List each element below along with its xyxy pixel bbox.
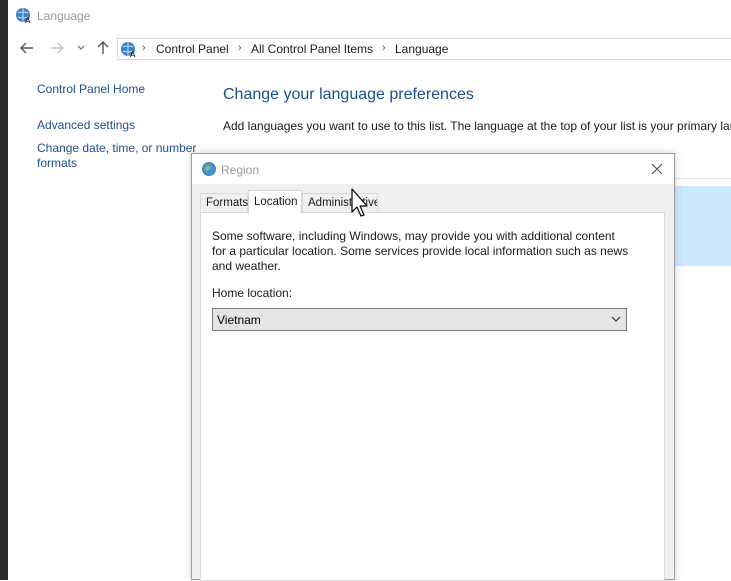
- sidebar-item-advanced-settings[interactable]: Advanced settings: [37, 118, 135, 133]
- home-location-select[interactable]: Vietnam: [212, 308, 627, 331]
- globe-icon: [202, 162, 216, 176]
- breadcrumb-control-panel[interactable]: Control Panel: [156, 42, 229, 56]
- window-title: Language: [37, 9, 91, 23]
- arrow-left-icon: [20, 42, 33, 54]
- back-button[interactable]: [18, 39, 36, 57]
- sidebar-item-date-time-formats-cont[interactable]: formats: [37, 156, 77, 171]
- location-tab-panel: Some software, including Windows, may pr…: [200, 212, 665, 581]
- page-description: Add languages you want to use to this li…: [223, 119, 731, 133]
- sidebar-item-date-time-formats[interactable]: Change date, time, or number: [37, 141, 196, 156]
- dialog-titlebar: Region: [192, 154, 674, 184]
- background-window-edge: [0, 0, 8, 580]
- chevron-down-icon: [611, 316, 621, 322]
- sidebar-item-control-panel-home[interactable]: Control Panel Home: [37, 82, 145, 97]
- dialog-title: Region: [221, 163, 260, 177]
- close-button[interactable]: [640, 154, 674, 184]
- location-info-text: Some software, including Windows, may pr…: [212, 229, 629, 273]
- forward-button[interactable]: [48, 39, 66, 57]
- language-list-toolbar: [668, 152, 731, 179]
- region-dialog: Region Formats Location Administrative S…: [191, 153, 675, 581]
- breadcrumb-separator-icon: ›: [142, 42, 146, 54]
- breadcrumb-separator-icon: ›: [382, 42, 386, 54]
- recent-locations-button[interactable]: [72, 39, 90, 57]
- arrow-right-icon: [51, 42, 64, 54]
- breadcrumb-language[interactable]: Language: [395, 42, 448, 56]
- breadcrumb-all-items[interactable]: All Control Panel Items: [251, 42, 373, 56]
- language-list-selected-row[interactable]: [673, 186, 731, 266]
- mouse-cursor-icon: [351, 188, 368, 217]
- svg-text:A: A: [130, 50, 136, 58]
- tab-location[interactable]: Location: [248, 190, 302, 214]
- window-titlebar: A Language: [8, 0, 731, 32]
- home-location-label: Home location:: [212, 286, 293, 300]
- breadcrumb-separator-icon: ›: [238, 42, 242, 54]
- home-location-value: Vietnam: [217, 313, 261, 327]
- control-panel-icon: A: [121, 42, 136, 58]
- language-app-icon: A: [16, 8, 31, 24]
- address-bar[interactable]: A › Control Panel › All Control Panel It…: [117, 38, 731, 60]
- close-icon: [651, 163, 663, 175]
- navigation-bar: A › Control Panel › All Control Panel It…: [8, 36, 731, 62]
- arrow-up-icon: [97, 41, 109, 54]
- chevron-down-icon: [77, 45, 85, 50]
- page-title: Change your language preferences: [223, 86, 474, 103]
- svg-text:A: A: [25, 16, 31, 24]
- up-button[interactable]: [94, 39, 112, 57]
- tab-formats[interactable]: Formats: [200, 193, 248, 213]
